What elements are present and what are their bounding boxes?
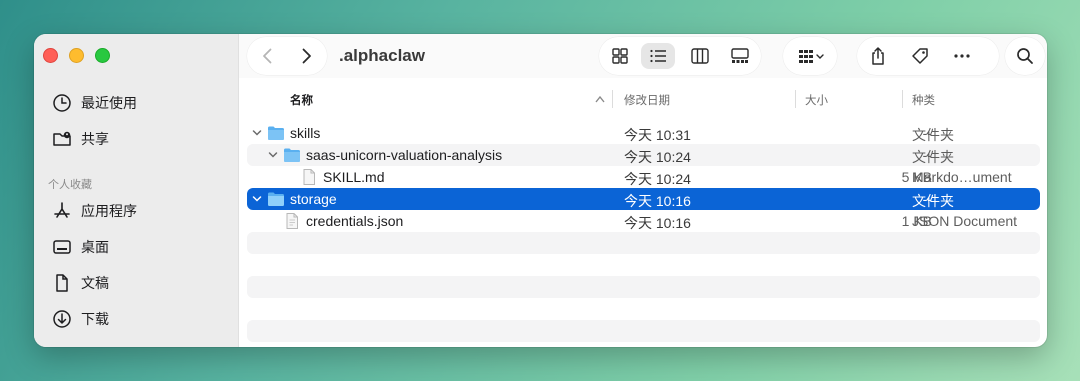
list-view-icon	[650, 49, 666, 63]
modified-date: 今天 10:24	[624, 171, 691, 187]
table-row-selected[interactable]: storage 今天 10:16 -- 文件夹	[247, 188, 1040, 210]
share-icon	[872, 47, 884, 65]
sidebar-item-label: 应用程序	[81, 203, 137, 219]
file-kind: 文件夹	[912, 193, 954, 209]
search-button[interactable]	[1008, 43, 1042, 69]
table-row[interactable]: SKILL.md 今天 10:24 5 KB Markdo…ument	[247, 166, 1040, 188]
gallery-view-button[interactable]	[723, 43, 757, 69]
sidebar-item-label: 下载	[81, 311, 109, 327]
sidebar-item-shared[interactable]: 共享	[52, 128, 109, 150]
icon-view-button[interactable]	[603, 43, 637, 69]
table-row[interactable]: saas-unicorn-valuation-analysis 今天 10:24…	[247, 144, 1040, 166]
more-icon	[954, 54, 970, 58]
column-view-icon	[691, 48, 709, 64]
back-icon	[263, 48, 272, 64]
search-icon	[1017, 48, 1033, 64]
file-name: storage	[290, 191, 337, 207]
folder-icon	[284, 148, 300, 162]
search-group	[1005, 37, 1045, 75]
shared-folder-icon	[53, 131, 71, 146]
column-separator[interactable]	[902, 90, 903, 108]
sidebar-item-applications[interactable]: 应用程序	[52, 200, 137, 222]
sidebar-item-label: 桌面	[81, 239, 109, 255]
sidebar-item-desktop[interactable]: 桌面	[52, 236, 109, 258]
empty-row	[247, 276, 1040, 298]
back-button[interactable]	[251, 43, 285, 69]
chevron-down-icon[interactable]	[267, 149, 279, 161]
document-icon	[56, 274, 68, 292]
tag-icon	[912, 48, 928, 64]
view-mode-group	[599, 37, 761, 75]
applications-icon	[54, 202, 70, 218]
modified-date: 今天 10:31	[624, 127, 691, 143]
file-kind: JSON Document	[912, 213, 1018, 229]
file-kind: 文件夹	[912, 127, 954, 143]
forward-icon	[302, 48, 311, 64]
window-title: .alphaclaw	[339, 46, 425, 65]
finder-window: 最近使用 共享 个人收藏 应用程序 桌面 文稿 下载 .alphaclaw 名称…	[34, 34, 1047, 347]
toolbar: .alphaclaw	[239, 34, 1047, 78]
grid-view-icon	[612, 48, 628, 64]
column-header-kind[interactable]: 种类	[912, 92, 935, 108]
tag-button[interactable]	[903, 43, 937, 69]
group-menu[interactable]	[783, 37, 837, 75]
sidebar-item-downloads[interactable]: 下载	[52, 308, 109, 330]
empty-row	[247, 232, 1040, 254]
file-kind: 文件夹	[912, 149, 954, 165]
modified-date: 今天 10:16	[624, 193, 691, 209]
table-row[interactable]: credentials.json 今天 10:16 1 KB JSON Docu…	[247, 210, 1040, 232]
more-button[interactable]	[945, 43, 979, 69]
desktop-icon	[53, 240, 71, 254]
zoom-window-button[interactable]	[95, 48, 110, 63]
list-view-button[interactable]	[641, 43, 675, 69]
chevron-down-icon[interactable]	[251, 193, 263, 205]
gallery-view-icon	[731, 48, 749, 63]
forward-button[interactable]	[289, 43, 323, 69]
group-icon	[799, 50, 824, 63]
chevron-down-icon[interactable]	[251, 127, 263, 139]
clock-icon	[53, 94, 71, 112]
sidebar-item-label: 最近使用	[81, 95, 137, 111]
sort-ascending-icon	[595, 95, 605, 103]
folder-icon	[268, 126, 284, 140]
modified-date: 今天 10:24	[624, 149, 691, 165]
group-button[interactable]	[789, 43, 833, 69]
sidebar: 最近使用 共享 个人收藏 应用程序 桌面 文稿 下载	[34, 34, 239, 347]
navigation-group	[247, 37, 327, 75]
download-icon	[53, 310, 71, 328]
empty-row	[247, 320, 1040, 342]
file-name: SKILL.md	[323, 169, 385, 185]
file-kind: Markdo…ument	[912, 169, 1012, 185]
folder-icon	[268, 192, 284, 206]
column-header-name[interactable]: 名称	[290, 92, 313, 108]
modified-date: 今天 10:16	[624, 215, 691, 231]
close-window-button[interactable]	[43, 48, 58, 63]
table-row[interactable]: skills 今天 10:31 -- 文件夹	[247, 122, 1040, 144]
column-header-size[interactable]: 大小	[805, 92, 828, 108]
file-icon	[303, 169, 315, 185]
sidebar-item-label: 共享	[81, 131, 109, 147]
file-name: skills	[290, 125, 321, 141]
share-button[interactable]	[861, 43, 895, 69]
column-separator[interactable]	[612, 90, 613, 108]
sidebar-item-label: 文稿	[81, 275, 109, 291]
sidebar-item-documents[interactable]: 文稿	[52, 272, 109, 294]
file-icon	[286, 213, 298, 229]
file-name: credentials.json	[306, 213, 404, 229]
column-headers: 名称 修改日期 大小 种类	[239, 86, 1047, 112]
file-name: saas-unicorn-valuation-analysis	[306, 147, 503, 163]
column-view-button[interactable]	[683, 43, 717, 69]
column-header-date[interactable]: 修改日期	[624, 92, 670, 108]
minimize-window-button[interactable]	[69, 48, 84, 63]
sidebar-section-title: 个人收藏	[48, 179, 92, 191]
column-separator[interactable]	[795, 90, 796, 108]
actions-group	[857, 37, 999, 75]
sidebar-item-recents[interactable]: 最近使用	[52, 92, 137, 114]
